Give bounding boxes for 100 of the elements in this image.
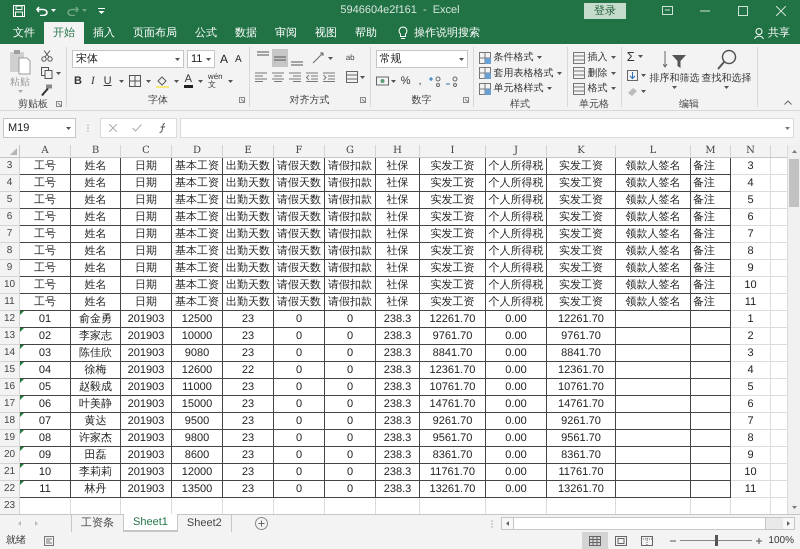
font-name-field[interactable]: 宋体 (72, 50, 184, 68)
row-header[interactable]: 5 (0, 192, 20, 209)
column-header[interactable]: C (121, 145, 172, 157)
format-painter-icon[interactable] (41, 84, 53, 96)
row-header[interactable]: 17 (0, 396, 20, 413)
normal-view-icon[interactable] (582, 532, 608, 549)
cells-menu-button[interactable]: 格式 (572, 81, 616, 96)
row-header[interactable]: 3 (0, 158, 20, 175)
row-header[interactable]: 12 (0, 311, 20, 328)
minimize-icon[interactable] (700, 10, 710, 12)
underline-button[interactable]: U (102, 73, 114, 90)
number-format-field[interactable]: 常规 (376, 50, 468, 68)
styles-menu-button[interactable]: 条件格式 (478, 50, 562, 65)
copy-icon[interactable] (41, 67, 53, 79)
row-header[interactable]: 7 (0, 226, 20, 243)
dialog-launcher-icon[interactable] (56, 101, 62, 107)
row-header[interactable]: 22 (0, 481, 20, 498)
bold-button[interactable]: B (72, 73, 84, 90)
scroll-up-icon[interactable] (792, 150, 796, 153)
align-right-icon[interactable] (288, 72, 301, 82)
scroll-left-icon[interactable] (506, 521, 509, 526)
row-header[interactable]: 14 (0, 345, 20, 362)
styles-menu-button[interactable]: 套用表格格式 (478, 66, 562, 80)
column-header[interactable]: N (731, 145, 771, 157)
currency-icon[interactable] (376, 75, 389, 88)
dialog-launcher-icon[interactable] (238, 97, 245, 103)
row-header[interactable]: 16 (0, 379, 20, 396)
row-header[interactable]: 9 (0, 260, 20, 277)
sheet-tab[interactable]: Sheet1 (124, 514, 178, 532)
merge-cells-icon[interactable] (346, 71, 358, 83)
fill-down-icon[interactable] (626, 70, 638, 80)
dialog-launcher-icon[interactable] (462, 97, 469, 103)
wrap-text-button[interactable]: ab (346, 54, 355, 62)
drag-handle-icon[interactable] (87, 124, 89, 132)
column-header[interactable]: H (376, 145, 420, 157)
decrease-indent-icon[interactable] (306, 72, 318, 82)
ribbon-tab[interactable]: 开始 (44, 22, 84, 44)
macro-record-icon[interactable] (44, 536, 54, 546)
autosum-button[interactable]: Σ (626, 50, 635, 63)
row-header[interactable]: 18 (0, 413, 20, 430)
cells-menu-button[interactable]: 插入 (572, 50, 616, 65)
scroll-down-icon[interactable] (792, 506, 796, 509)
row-header[interactable]: 4 (0, 175, 20, 192)
ribbon-tab[interactable]: 文件 (4, 22, 44, 44)
row-header[interactable]: 10 (0, 277, 20, 294)
row-header[interactable]: 13 (0, 328, 20, 345)
column-header[interactable]: E (223, 145, 274, 157)
row-header[interactable]: 11 (0, 294, 20, 311)
column-header[interactable]: L (616, 145, 691, 157)
share-button[interactable]: 共享 (754, 22, 800, 44)
scroll-thumb[interactable] (513, 518, 766, 529)
add-sheet-icon[interactable] (254, 517, 268, 530)
ribbon-tab[interactable]: 插入 (84, 22, 124, 44)
orientation-icon[interactable] (312, 52, 326, 64)
ribbon-tab[interactable]: 公式 (186, 22, 226, 44)
zoom-level[interactable]: 100% (768, 533, 800, 548)
ribbon-tab[interactable]: 审阅 (266, 22, 306, 44)
ribbon-tab[interactable]: 数据 (226, 22, 266, 44)
find-select-button[interactable]: 查找和选择 (702, 49, 752, 97)
row-header[interactable]: 8 (0, 243, 20, 260)
font-color-button[interactable]: A (184, 74, 193, 88)
borders-icon[interactable] (128, 75, 141, 88)
ribbon-tab[interactable]: 页面布局 (124, 22, 186, 44)
align-center-icon[interactable] (272, 72, 284, 82)
column-header[interactable]: B (71, 145, 121, 157)
scissors-icon[interactable] (41, 50, 53, 62)
collapse-ribbon-icon[interactable] (784, 100, 792, 105)
increase-decimal-icon[interactable] (428, 76, 442, 87)
column-header[interactable]: J (486, 145, 547, 157)
cancel-icon[interactable] (108, 124, 117, 132)
cells-menu-button[interactable]: 删除 (572, 66, 616, 80)
row-header[interactable]: 21 (0, 464, 20, 481)
scroll-thumb[interactable] (789, 159, 799, 207)
grow-font-button[interactable]: A (218, 50, 230, 68)
row-header[interactable]: 6 (0, 209, 20, 226)
column-header[interactable]: A (20, 145, 71, 157)
column-header[interactable]: K (547, 145, 616, 157)
zoom-thumb[interactable] (714, 535, 718, 546)
split-handle-icon[interactable] (491, 520, 493, 528)
ribbon-display-icon[interactable] (662, 6, 672, 15)
phonetic-guide-button[interactable]: wén 文 (208, 73, 223, 90)
shrink-font-button[interactable]: A (233, 52, 244, 66)
check-icon[interactable] (132, 124, 142, 132)
zoom-in-icon[interactable] (756, 538, 762, 544)
font-size-field[interactable]: 11 (187, 50, 215, 68)
column-header[interactable]: I (420, 145, 486, 157)
styles-menu-button[interactable]: 单元格样式 (478, 81, 562, 96)
undo-icon[interactable] (36, 6, 48, 16)
middle-align-icon[interactable] (272, 49, 288, 67)
customize-menu-icon[interactable] (98, 8, 105, 14)
tell-me-search[interactable]: 操作说明搜索 (408, 22, 486, 44)
scroll-right-icon[interactable] (787, 521, 790, 526)
increase-indent-icon[interactable] (322, 72, 335, 82)
formula-input[interactable] (180, 118, 794, 138)
sort-filter-button[interactable]: 排序和筛选 (650, 49, 700, 97)
row-header[interactable]: 15 (0, 362, 20, 379)
italic-button[interactable]: I (88, 73, 97, 90)
dialog-launcher-icon[interactable] (360, 97, 366, 103)
decrease-decimal-icon[interactable] (446, 76, 459, 87)
row-header[interactable]: 19 (0, 430, 20, 447)
